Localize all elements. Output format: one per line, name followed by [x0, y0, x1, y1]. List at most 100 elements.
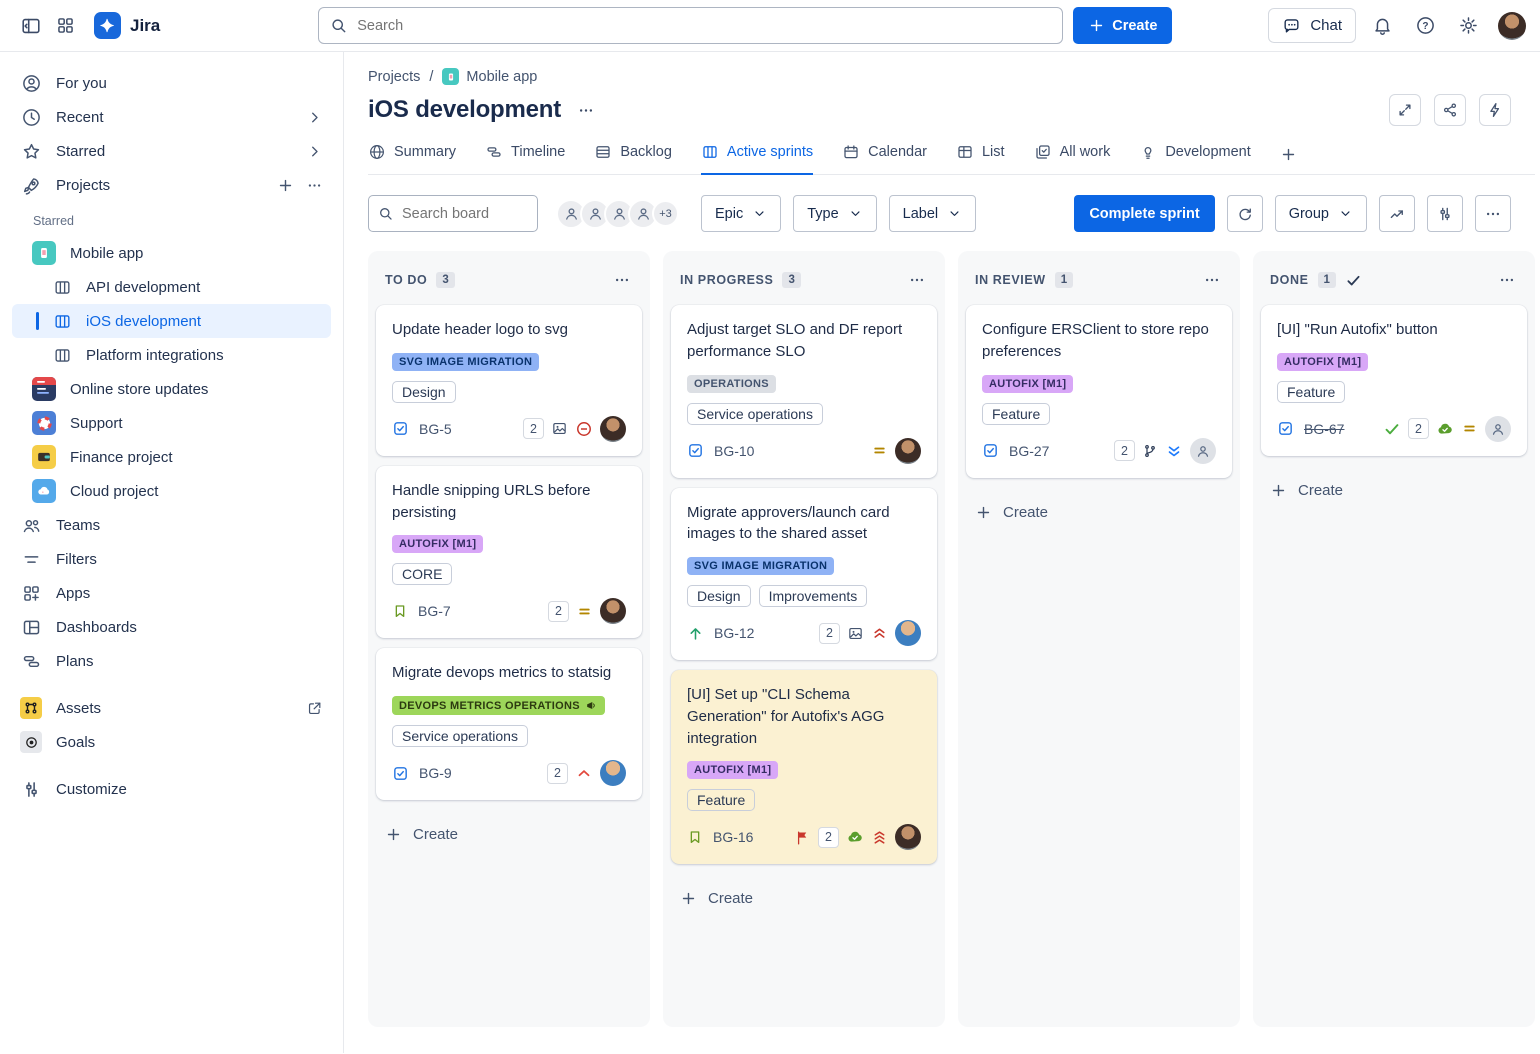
automation-button[interactable] — [1479, 94, 1511, 126]
breadcrumb-projects[interactable]: Projects — [368, 69, 420, 85]
sidebar-item-projects[interactable]: Projects — [12, 168, 331, 202]
sprint-cycle-button[interactable] — [1227, 195, 1263, 232]
settings-button[interactable] — [1451, 9, 1485, 43]
column-create-button[interactable]: Create — [1261, 472, 1527, 509]
global-search-input[interactable] — [318, 7, 1063, 44]
priority-high-icon — [575, 764, 593, 782]
label-chip: Feature — [1277, 381, 1345, 403]
chat-button[interactable]: Chat — [1268, 8, 1356, 43]
assignee-avatar[interactable] — [895, 824, 921, 850]
sidebar-item-for-you[interactable]: For you — [12, 66, 331, 100]
complete-sprint-button[interactable]: Complete sprint — [1074, 195, 1214, 232]
share-button[interactable] — [1434, 94, 1466, 126]
type-filter-dropdown[interactable]: Type — [793, 195, 876, 232]
sidebar-project-finance[interactable]: Finance project — [12, 440, 331, 474]
issue-card-bg-67[interactable]: [UI] "Run Autofix" button AUTOFIX [M1] F… — [1261, 305, 1527, 456]
sidebar-item-recent[interactable]: Recent — [12, 100, 331, 134]
sidebar-item-dashboards[interactable]: Dashboards — [12, 610, 331, 644]
sidebar-item-teams[interactable]: Teams — [12, 508, 331, 542]
plus-icon — [680, 890, 697, 907]
projects-more-icon[interactable] — [306, 177, 323, 194]
column-more-button[interactable] — [608, 268, 636, 292]
lightbulb-icon — [1139, 143, 1157, 161]
column-count: 1 — [1318, 272, 1336, 288]
sidebar-project-cloud[interactable]: Cloud project — [12, 474, 331, 508]
tab-calendar[interactable]: Calendar — [842, 143, 927, 175]
task-type-icon — [392, 765, 409, 782]
breadcrumb-project[interactable]: Mobile app — [442, 68, 537, 85]
assignee-avatar[interactable] — [895, 620, 921, 646]
column-more-button[interactable] — [1198, 268, 1226, 292]
tab-active-sprints[interactable]: Active sprints — [701, 143, 813, 175]
assignee-avatar[interactable] — [895, 438, 921, 464]
online-store-project-icon — [32, 377, 56, 401]
title-more-button[interactable] — [571, 95, 601, 125]
unassigned-avatar[interactable] — [1190, 438, 1216, 464]
unassigned-avatar[interactable] — [1485, 416, 1511, 442]
apps-icon — [20, 582, 42, 604]
jira-logo[interactable] — [94, 12, 121, 39]
user-avatar[interactable] — [1498, 12, 1526, 40]
sidebar-item-customize[interactable]: Customize — [12, 772, 331, 806]
column-more-button[interactable] — [1493, 268, 1521, 292]
column-more-button[interactable] — [903, 268, 931, 292]
assignee-avatar[interactable] — [600, 598, 626, 624]
sidebar-project-online-store-updates[interactable]: Online store updates — [12, 372, 331, 406]
assignee-avatar[interactable] — [600, 416, 626, 442]
sidebar-item-assets[interactable]: Assets — [12, 691, 331, 725]
sidebar-item-filters[interactable]: Filters — [12, 542, 331, 576]
issue-card-bg-27[interactable]: Configure ERSClient to store repo prefer… — [966, 305, 1232, 478]
all-work-icon — [1034, 143, 1052, 161]
mobile-app-project-icon — [32, 241, 56, 265]
fullscreen-button[interactable] — [1389, 94, 1421, 126]
sidebar-board-ios-development[interactable]: iOS development — [12, 304, 331, 338]
task-type-icon — [392, 420, 409, 437]
sidebar-item-starred[interactable]: Starred — [12, 134, 331, 168]
help-button[interactable] — [1408, 9, 1442, 43]
sidebar-board-api-development[interactable]: API development — [12, 270, 331, 304]
notifications-button[interactable] — [1365, 9, 1399, 43]
column-create-button[interactable]: Create — [966, 494, 1232, 531]
issue-card-bg-9[interactable]: Migrate devops metrics to statsig DEVOPS… — [376, 648, 642, 800]
tab-summary[interactable]: Summary — [368, 143, 456, 175]
sidebar-item-plans[interactable]: Plans — [12, 644, 331, 678]
issue-card-bg-7[interactable]: Handle snipping URLS before persisting A… — [376, 466, 642, 639]
issue-card-bg-10[interactable]: Adjust target SLO and DF report performa… — [671, 305, 937, 478]
sidebar-project-support[interactable]: Support — [12, 406, 331, 440]
search-icon — [329, 16, 348, 35]
assignee-overflow-badge[interactable]: +3 — [652, 200, 679, 227]
tab-timeline[interactable]: Timeline — [485, 143, 565, 175]
column-create-button[interactable]: Create — [376, 816, 642, 853]
create-button[interactable]: Create — [1073, 7, 1172, 44]
issue-card-bg-16[interactable]: [UI] Set up "CLI Schema Generation" for … — [671, 670, 937, 864]
improvement-type-icon — [687, 625, 704, 642]
add-project-icon[interactable] — [277, 177, 294, 194]
view-settings-button[interactable] — [1427, 195, 1463, 232]
insights-button[interactable] — [1379, 195, 1415, 232]
add-tab-button[interactable] — [1280, 146, 1297, 175]
issue-card-bg-12[interactable]: Migrate approvers/launch card images to … — [671, 488, 937, 661]
assignee-avatar[interactable] — [600, 760, 626, 786]
epic-tag: SVG IMAGE MIGRATION — [687, 557, 834, 575]
collapse-sidebar-button[interactable] — [14, 9, 48, 43]
board-more-button[interactable] — [1475, 195, 1511, 232]
issue-card-bg-5[interactable]: Update header logo to svg SVG IMAGE MIGR… — [376, 305, 642, 456]
sidebar-board-platform-integrations[interactable]: Platform integrations — [12, 338, 331, 372]
epic-filter-dropdown[interactable]: Epic — [701, 195, 781, 232]
group-dropdown[interactable]: Group — [1275, 195, 1367, 232]
sidebar-item-apps[interactable]: Apps — [12, 576, 331, 610]
board-search — [368, 195, 538, 232]
label-filter-dropdown[interactable]: Label — [889, 195, 976, 232]
tab-list[interactable]: List — [956, 143, 1005, 175]
sidebar-project-mobile-app[interactable]: Mobile app — [12, 236, 331, 270]
column-create-button[interactable]: Create — [671, 880, 937, 917]
sprint-board: TO DO 3 Update header logo to svg SVG IM… — [368, 251, 1535, 1053]
tab-all-work[interactable]: All work — [1034, 143, 1111, 175]
cloud-project-icon — [32, 479, 56, 503]
tab-backlog[interactable]: Backlog — [594, 143, 672, 175]
sidebar-item-goals[interactable]: Goals — [12, 725, 331, 759]
tab-development[interactable]: Development — [1139, 143, 1250, 175]
app-switcher-button[interactable] — [48, 9, 82, 43]
help-icon — [1415, 15, 1436, 36]
assignee-avatars[interactable]: +3 — [556, 199, 679, 229]
